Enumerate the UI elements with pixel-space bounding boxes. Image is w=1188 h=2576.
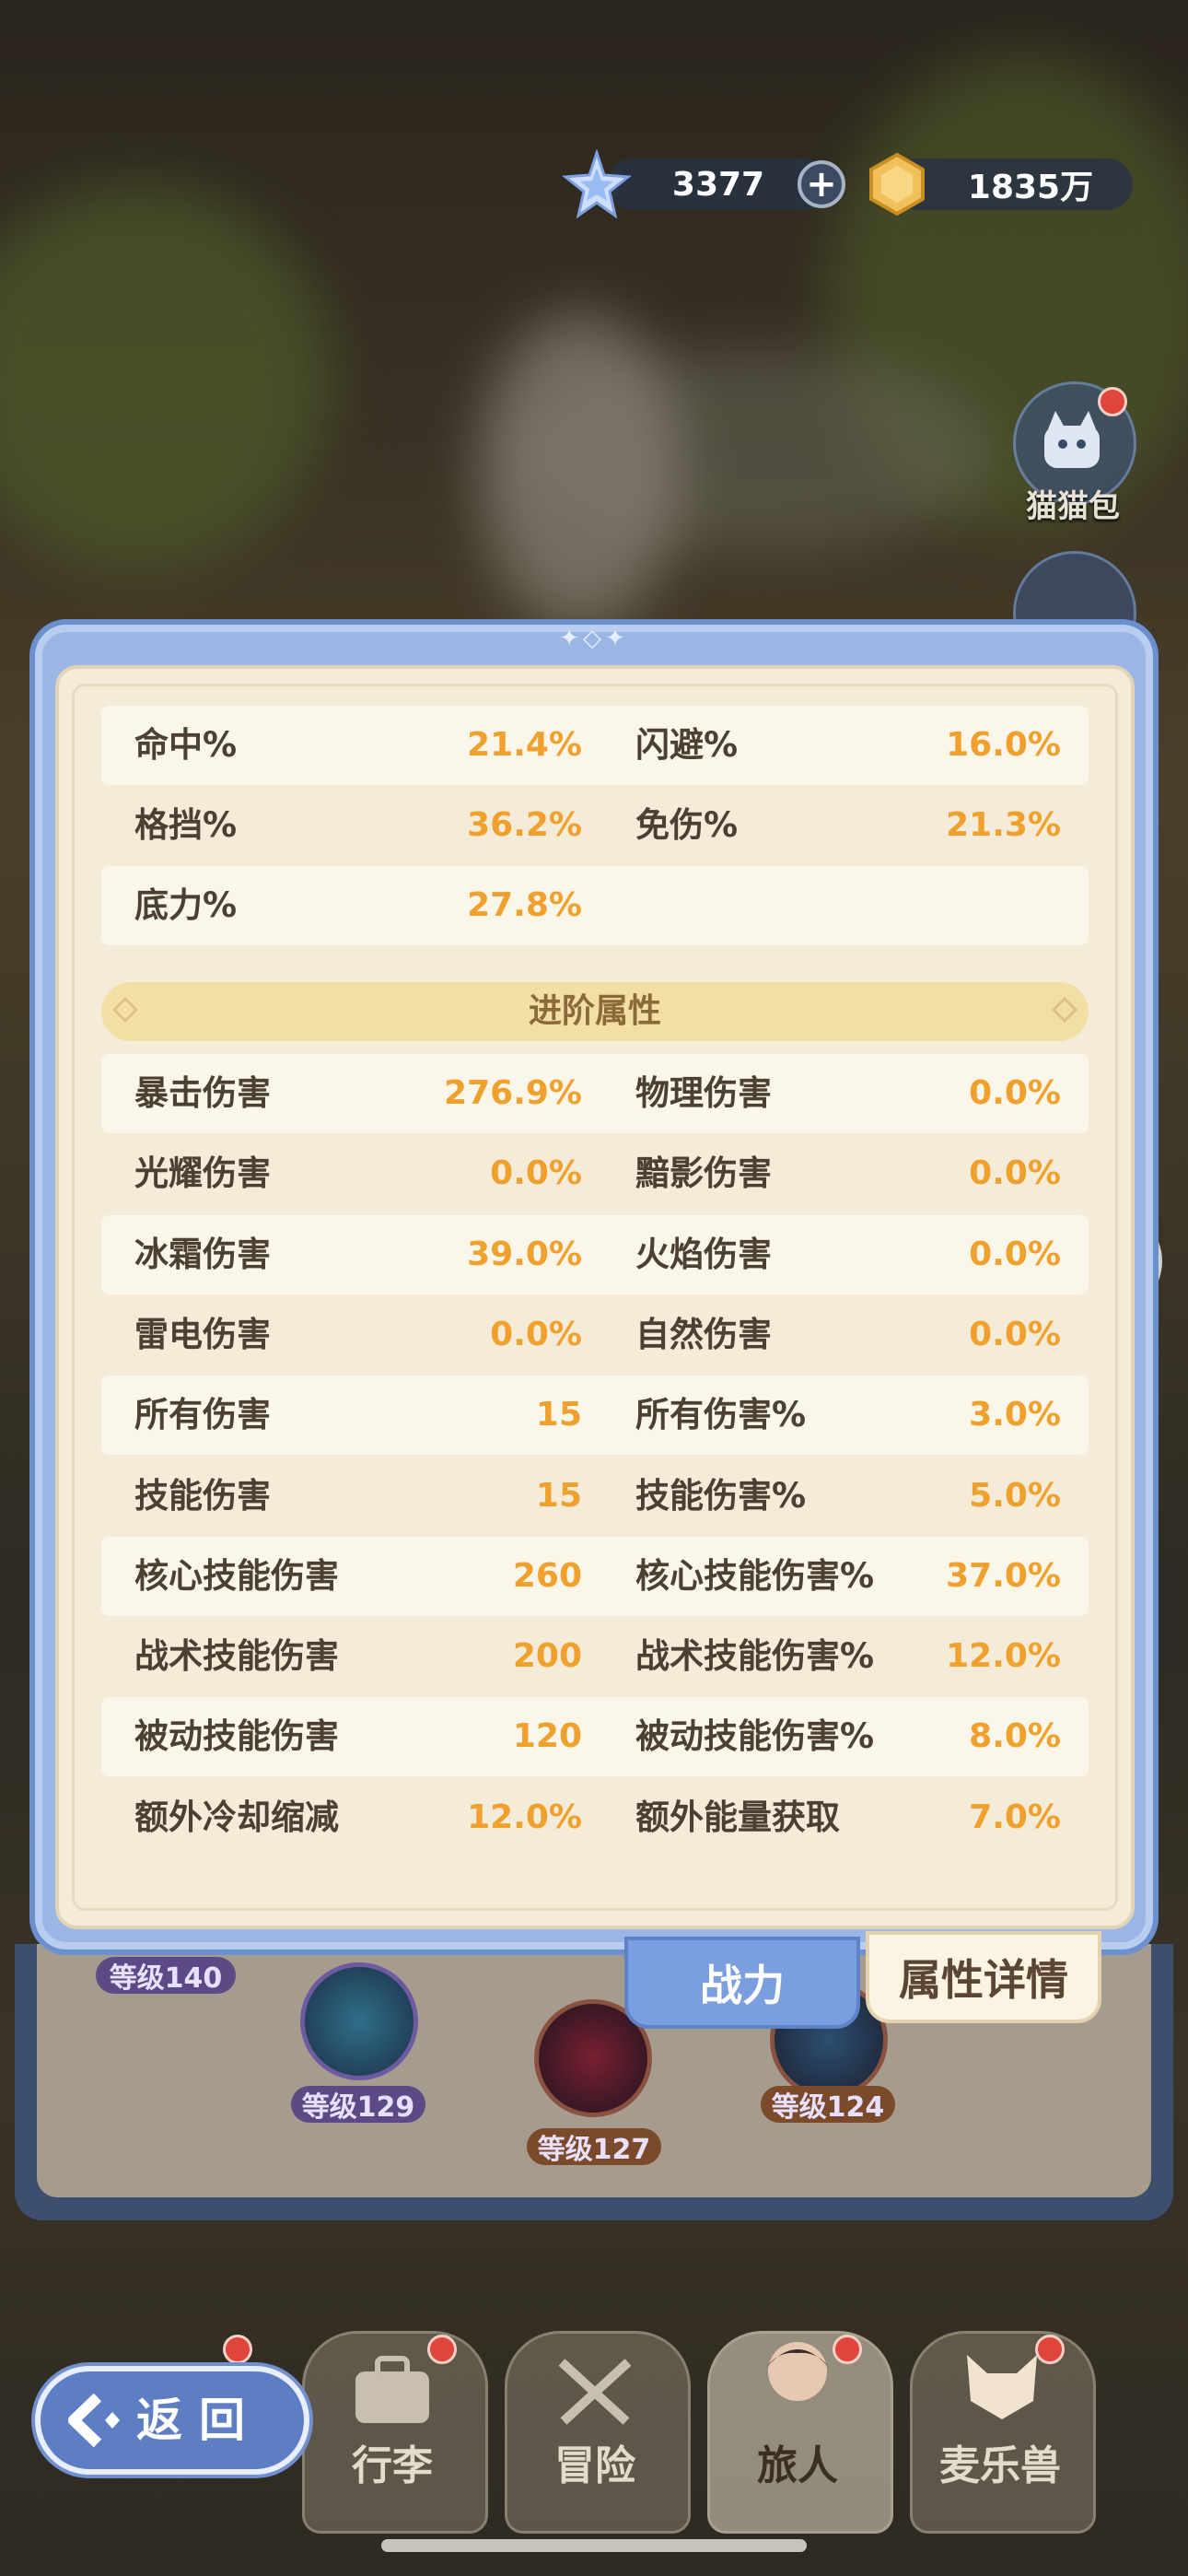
- stat-row: 格挡% 36.2% 免伤% 21.3%: [101, 786, 1089, 865]
- level-badge: 等级127: [527, 2128, 661, 2166]
- stat-value: 21.3%: [946, 806, 1061, 844]
- notification-dot: [1098, 387, 1127, 416]
- stat-label: 被动技能伤害: [134, 1716, 339, 1757]
- stat-row: 被动技能伤害 120 被动技能伤害% 8.0%: [101, 1697, 1089, 1777]
- stat-value: 37.0%: [946, 1556, 1061, 1595]
- stat-row: 冰霜伤害 39.0% 火焰伤害 0.0%: [101, 1214, 1089, 1294]
- back-label: 返回: [136, 2394, 262, 2447]
- stat-row: 命中% 21.4% 闪避% 16.0%: [101, 706, 1089, 785]
- stat-label: 底力%: [134, 885, 238, 925]
- stat-value: 5.0%: [969, 1476, 1061, 1515]
- stat-label: 暴击伤害: [134, 1073, 271, 1113]
- stat-value: 12.0%: [946, 1637, 1061, 1676]
- stat-value: 15: [535, 1396, 582, 1434]
- gem-counter: 3377: [608, 158, 829, 210]
- stat-value: 0.0%: [969, 1315, 1061, 1353]
- tab-power-label: 战力: [700, 1961, 785, 2010]
- tab-details-label: 属性详情: [899, 1955, 1068, 2005]
- nav-luggage-label: 行李: [352, 2442, 433, 2489]
- advanced-section-header: 进阶属性: [101, 982, 1089, 1041]
- gold-coin-icon: [869, 152, 925, 217]
- stat-row: 所有伤害 15 所有伤害% 3.0%: [101, 1376, 1089, 1456]
- stat-value: 36.2%: [467, 806, 582, 844]
- level-badge: 等级129: [291, 2086, 425, 2124]
- gem-star-icon: [562, 149, 632, 219]
- beast-face-icon: [967, 2355, 1037, 2419]
- back-button[interactable]: 返回: [35, 2366, 309, 2475]
- stat-value: 0.0%: [490, 1315, 582, 1353]
- stat-value: 8.0%: [969, 1717, 1061, 1756]
- stat-row: 底力% 27.8%: [101, 866, 1089, 945]
- level-badge: 等级140: [96, 1957, 236, 1995]
- stat-value: 21.4%: [467, 726, 582, 764]
- stat-label: 冰霜伤害: [134, 1234, 271, 1274]
- stat-label: 格挡%: [134, 805, 238, 845]
- stat-value: 260: [512, 1556, 582, 1595]
- traveler-portrait-icon: [766, 2342, 829, 2401]
- level-badge: 等级124: [761, 2086, 895, 2124]
- advanced-section-title: 进阶属性: [528, 992, 661, 1030]
- stat-value: 200: [512, 1637, 582, 1676]
- nav-beast-label: 麦乐兽: [939, 2442, 1061, 2489]
- stat-value: 0.0%: [969, 1235, 1061, 1273]
- stat-value: [856, 866, 1061, 945]
- stat-label: 技能伤害: [134, 1475, 271, 1516]
- stat-row: 战术技能伤害 200 战术技能伤害% 12.0%: [101, 1617, 1089, 1696]
- nav-adventure-label: 冒险: [554, 2442, 635, 2489]
- stat-row: 光耀伤害 0.0% 黯影伤害 0.0%: [101, 1134, 1089, 1213]
- gold-count: 1835万: [967, 169, 1094, 206]
- stat-value: 27.8%: [467, 886, 582, 924]
- stat-row: 雷电伤害 0.0% 自然伤害 0.0%: [101, 1295, 1089, 1375]
- stat-label: 核心技能伤害: [134, 1555, 339, 1596]
- skill-orb-ice[interactable]: [300, 1962, 418, 2080]
- stat-row: 核心技能伤害 260 核心技能伤害% 37.0%: [101, 1536, 1089, 1616]
- stat-label: 战术技能伤害: [134, 1636, 339, 1677]
- tab-power[interactable]: 战力: [624, 1937, 860, 2029]
- home-indicator[interactable]: [381, 2539, 807, 2552]
- nav-traveler-label: 旅人: [757, 2442, 838, 2489]
- stat-value: 120: [512, 1717, 582, 1756]
- stat-value: 0.0%: [969, 1154, 1061, 1193]
- gem-count: 3377: [671, 165, 765, 204]
- stat-value: 16.0%: [946, 726, 1061, 764]
- stat-value: 3.0%: [969, 1396, 1061, 1434]
- notification-dot: [223, 2335, 252, 2364]
- stat-label: 额外冷却缩减: [134, 1797, 339, 1837]
- stat-value: 12.0%: [467, 1797, 582, 1836]
- tab-attribute-details[interactable]: 属性详情: [866, 1931, 1101, 2023]
- stat-row: 额外冷却缩减 12.0% 额外能量获取 7.0%: [101, 1778, 1089, 1857]
- cat-bag-icon: [1044, 411, 1100, 468]
- stat-value: 39.0%: [467, 1235, 582, 1273]
- panel-ornament-icon: ✦◇✦: [559, 625, 629, 652]
- crossed-swords-icon: [558, 2359, 632, 2425]
- add-gems-button[interactable]: +: [798, 160, 845, 208]
- stat-label: 雷电伤害: [134, 1314, 271, 1354]
- luggage-icon: [355, 2356, 429, 2423]
- stat-value: 15: [535, 1476, 582, 1515]
- stat-row: 技能伤害 15 技能伤害% 5.0%: [101, 1457, 1089, 1536]
- stat-label: 命中%: [134, 725, 238, 765]
- background-foliage: [0, 184, 332, 571]
- back-arrow-icon: [68, 2393, 120, 2448]
- stat-row: 暴击伤害 276.9% 物理伤害 0.0%: [101, 1054, 1089, 1133]
- stat-label: 所有伤害: [134, 1395, 271, 1435]
- stat-label: 光耀伤害: [134, 1153, 271, 1194]
- stat-value: 7.0%: [969, 1797, 1061, 1836]
- stat-value: 276.9%: [444, 1074, 582, 1112]
- stat-value: 0.0%: [490, 1154, 582, 1193]
- character-figure: [479, 313, 681, 626]
- cat-bag-label: 猫猫包: [1026, 488, 1120, 525]
- stat-value: 0.0%: [969, 1074, 1061, 1112]
